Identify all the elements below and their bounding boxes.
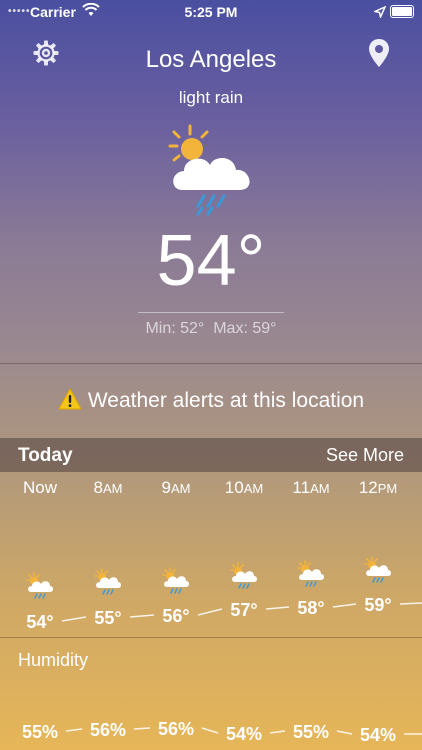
connector-line xyxy=(133,727,151,730)
connector-line xyxy=(336,730,353,735)
connector-line xyxy=(61,616,87,622)
connector-line xyxy=(332,603,357,608)
connector-line xyxy=(269,730,286,734)
connector-line xyxy=(197,608,223,616)
connector-line xyxy=(201,727,219,734)
connector-line xyxy=(265,606,290,610)
connector-line xyxy=(129,614,155,618)
connector-lines xyxy=(61,602,422,735)
connector-line xyxy=(65,728,83,732)
connector-line xyxy=(399,602,422,605)
